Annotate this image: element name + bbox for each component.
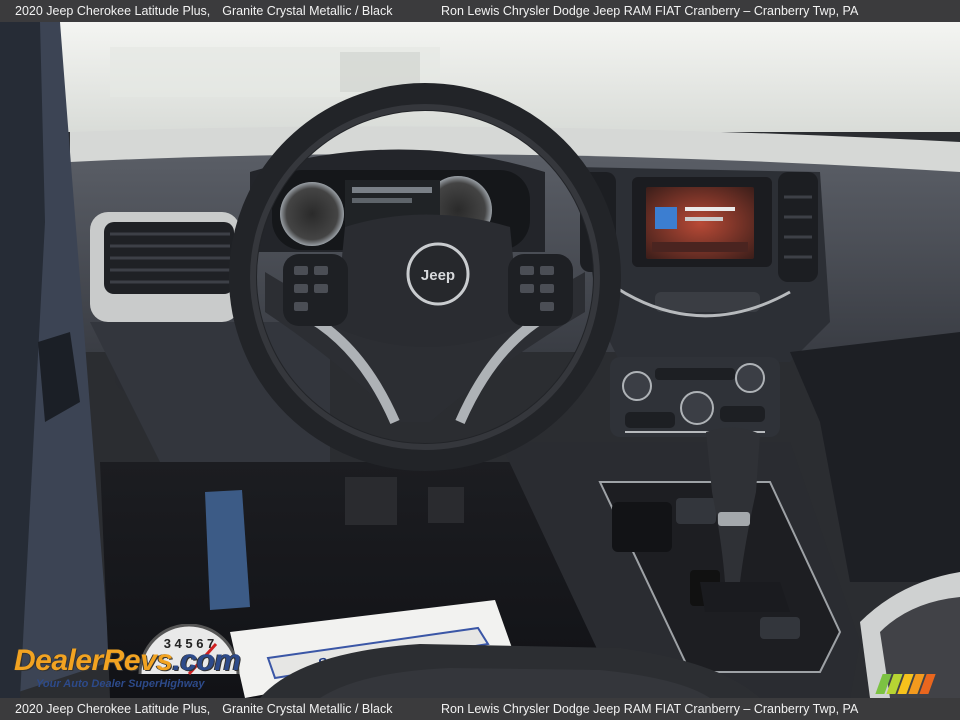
footer-vehicle: 2020 Jeep Cherokee Latitude Plus, (15, 702, 211, 716)
dealerrevs-watermark: 3 4 5 6 7 DealerRevs.com Your Auto Deale… (10, 620, 270, 698)
logo-suffix: .com (172, 644, 241, 677)
color-stripes-logo (875, 674, 936, 694)
right-air-vent (778, 172, 818, 282)
logo-brand: DealerRevs (14, 644, 173, 677)
footer-vehicle-info: 2020 Jeep Cherokee Latitude Plus, Granite… (15, 702, 392, 716)
caption-bar-top: 2020 Jeep Cherokee Latitude Plus, Granite… (0, 0, 960, 22)
speedometer (280, 182, 344, 246)
logo-wordmark: DealerRevs.com (14, 644, 241, 678)
interior-photo: Jeep Service & Parts (0, 22, 960, 698)
logo-tagline: Your Auto Dealer SuperHighway (36, 678, 205, 690)
caption-bar-bottom: 2020 Jeep Cherokee Latitude Plus, Granite… (0, 698, 960, 720)
caption-vehicle: 2020 Jeep Cherokee Latitude Plus, (15, 4, 211, 18)
caption-vehicle-info: 2020 Jeep Cherokee Latitude Plus, Granite… (15, 4, 392, 18)
steering-badge-text: Jeep (421, 267, 455, 284)
caption-color: Granite Crystal Metallic / Black (222, 4, 393, 18)
footer-color: Granite Crystal Metallic / Black (222, 702, 393, 716)
caption-dealer: Ron Lewis Chrysler Dodge Jeep RAM FIAT C… (441, 4, 859, 18)
media-buttons (655, 292, 760, 312)
footer-dealer: Ron Lewis Chrysler Dodge Jeep RAM FIAT C… (441, 702, 859, 716)
